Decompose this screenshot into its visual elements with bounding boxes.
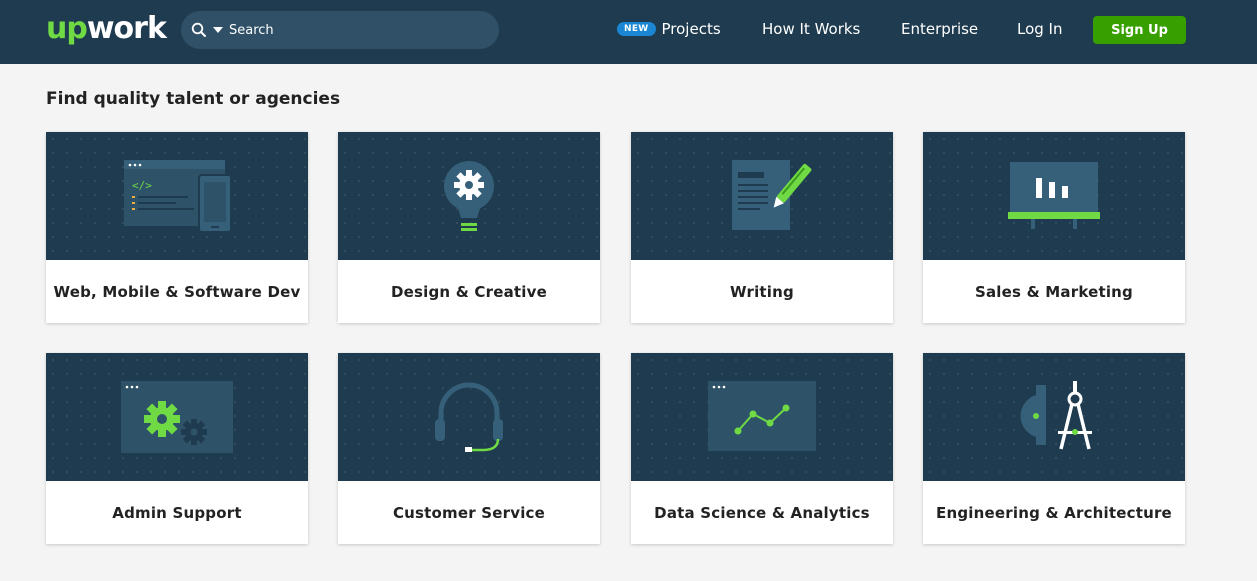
- card-illustration: [338, 132, 600, 260]
- new-badge: NEW: [617, 22, 656, 36]
- gears-window-icon: [121, 381, 233, 453]
- presentation-board-icon: [1008, 162, 1100, 229]
- line-chart-window-icon: [708, 381, 816, 451]
- category-label: Design & Creative: [390, 282, 547, 301]
- search-bar[interactable]: [181, 11, 499, 49]
- page-title: Find quality talent or agencies: [46, 89, 341, 109]
- card-illustration: [923, 353, 1185, 481]
- nav-projects-label: Projects: [661, 20, 721, 38]
- category-label: Data Science & Analytics: [654, 503, 870, 522]
- card-illustration: [631, 353, 893, 481]
- card-illustration: [631, 132, 893, 260]
- category-label: Writing: [730, 282, 794, 301]
- login-link[interactable]: Log In: [1017, 18, 1063, 40]
- category-card-admin-support[interactable]: Admin Support: [46, 353, 308, 544]
- card-illustration: [923, 132, 1185, 260]
- headset-icon: [435, 382, 503, 452]
- document-pen-icon: [732, 160, 812, 230]
- upwork-logo[interactable]: upwork: [46, 10, 167, 48]
- category-label: Customer Service: [392, 503, 546, 522]
- category-card-writing[interactable]: Writing: [631, 132, 893, 323]
- card-illustration: </>: [46, 132, 308, 260]
- lightbulb-gear-icon: [444, 161, 494, 231]
- nav-projects[interactable]: NEW Projects: [617, 18, 721, 40]
- card-illustration: [46, 353, 308, 481]
- svg-text:</>: </>: [132, 179, 152, 192]
- category-card-design-creative[interactable]: Design & Creative: [338, 132, 600, 323]
- search-type-dropdown-icon[interactable]: [213, 27, 223, 33]
- search-icon: [191, 22, 206, 37]
- top-navbar: upwork NEW Projects How It Works Enterpr…: [0, 0, 1257, 64]
- signup-button[interactable]: Sign Up: [1093, 16, 1186, 44]
- category-card-web-mobile-software-dev[interactable]: </> Web, Mobile & Software Dev: [46, 132, 308, 323]
- card-illustration: [338, 353, 600, 481]
- category-label: Engineering & Architecture: [936, 503, 1172, 522]
- category-label: Sales & Marketing: [974, 282, 1133, 301]
- code-window-icon: </>: [124, 160, 232, 233]
- category-card-engineering-architecture[interactable]: Engineering & Architecture: [923, 353, 1185, 544]
- category-label: Web, Mobile & Software Dev: [53, 282, 301, 301]
- category-card-data-science-analytics[interactable]: Data Science & Analytics: [631, 353, 893, 544]
- category-label: Admin Support: [112, 503, 242, 522]
- category-card-sales-marketing[interactable]: Sales & Marketing: [923, 132, 1185, 323]
- nav-enterprise[interactable]: Enterprise: [901, 18, 978, 40]
- nav-how-it-works[interactable]: How It Works: [762, 18, 860, 40]
- search-input[interactable]: [229, 22, 469, 38]
- compass-protractor-icon: [1020, 381, 1092, 450]
- category-card-customer-service[interactable]: Customer Service: [338, 353, 600, 544]
